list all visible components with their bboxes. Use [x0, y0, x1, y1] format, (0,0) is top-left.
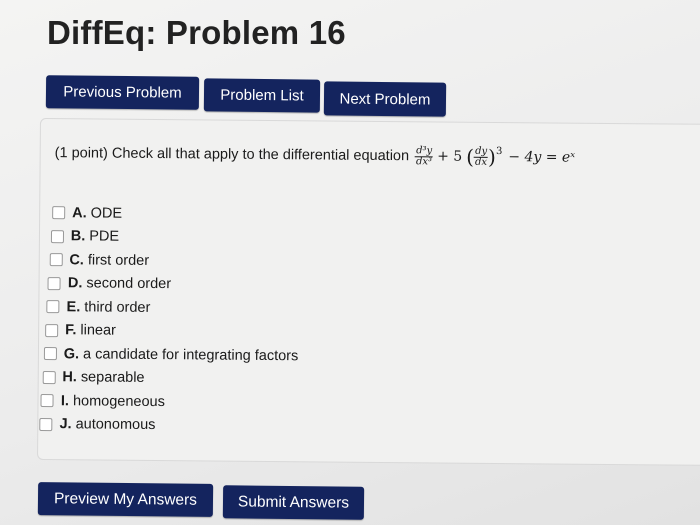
option-checkbox[interactable] [49, 253, 63, 267]
fraction-numerator: d³y [415, 144, 434, 157]
option-item[interactable]: J. autonomous [39, 413, 297, 439]
problem-panel: (1 point) Check all that apply to the di… [37, 118, 700, 466]
option-checkbox[interactable] [50, 229, 64, 243]
fraction-numerator: dy [474, 145, 489, 158]
option-item[interactable]: G. a candidate for integrating factors [43, 342, 299, 368]
problem-list-button[interactable]: Problem List [203, 78, 321, 113]
option-label: separable [80, 369, 145, 387]
submit-answers-button[interactable]: Submit Answers [222, 485, 365, 520]
first-derivative-fraction: dy dx [474, 145, 489, 168]
option-label: homogeneous [72, 393, 165, 410]
option-checkbox[interactable] [42, 370, 56, 384]
option-label: ODE [90, 205, 123, 222]
option-checkbox[interactable] [45, 323, 59, 337]
option-letter: J. [59, 416, 72, 433]
option-item[interactable]: A. ODE [52, 201, 300, 227]
preview-answers-button[interactable]: Preview My Answers [37, 482, 214, 517]
left-paren: ( [466, 144, 475, 169]
exponent: 3 [495, 145, 503, 157]
option-label: PDE [89, 228, 120, 245]
option-item[interactable]: B. PDE [50, 225, 300, 251]
option-letter: A. [72, 205, 87, 222]
option-item[interactable]: I. homogeneous [40, 389, 298, 415]
page-title: DiffEq: Problem 16 [47, 14, 346, 51]
problem-prompt: (1 point) Check all that apply to the di… [55, 141, 576, 170]
option-label: third order [84, 299, 151, 316]
option-checkbox[interactable] [40, 394, 54, 408]
equation-term: + 5 [437, 148, 463, 165]
option-label: second order [86, 275, 172, 293]
option-item[interactable]: C. first order [49, 248, 299, 274]
option-checkbox[interactable] [46, 300, 60, 314]
option-checkbox[interactable] [39, 417, 53, 431]
fraction-denominator: dx [474, 156, 488, 168]
option-item[interactable]: H. separable [42, 366, 298, 392]
option-label: linear [80, 322, 116, 339]
fraction-denominator: dx³ [415, 155, 433, 167]
third-derivative-fraction: d³y dx³ [415, 144, 434, 167]
answer-options: A. ODE B. PDE C. first order D. second order E. t… [39, 201, 300, 438]
option-letter: E. [66, 298, 81, 316]
previous-problem-button[interactable]: Previous Problem [45, 75, 200, 110]
differential-equation: d³y dx³ + 5 ( dy dx ) 3 − 4y = eˣ [415, 144, 575, 169]
prompt-text: (1 point) Check all that apply to the di… [54, 145, 410, 165]
option-item[interactable]: E. third order [46, 295, 298, 321]
option-letter: C. [69, 252, 84, 269]
right-paren: ) [488, 144, 497, 169]
option-label: a candidate for integrating factors [82, 346, 299, 365]
option-letter: D. [67, 275, 83, 292]
option-checkbox[interactable] [52, 206, 66, 220]
option-letter: H. [62, 369, 77, 386]
option-letter: G. [63, 345, 80, 363]
option-label: first order [87, 252, 150, 269]
option-item[interactable]: F. linear [45, 319, 299, 345]
option-checkbox[interactable] [43, 347, 57, 361]
option-letter: F. [65, 322, 77, 339]
option-letter: I. [60, 392, 70, 410]
option-letter: B. [70, 228, 86, 245]
option-item[interactable]: D. second order [47, 272, 299, 298]
option-checkbox[interactable] [47, 276, 62, 290]
next-problem-button[interactable]: Next Problem [323, 81, 447, 117]
equation-rest: − 4y = eˣ [508, 149, 576, 166]
option-label: autonomous [75, 416, 156, 434]
